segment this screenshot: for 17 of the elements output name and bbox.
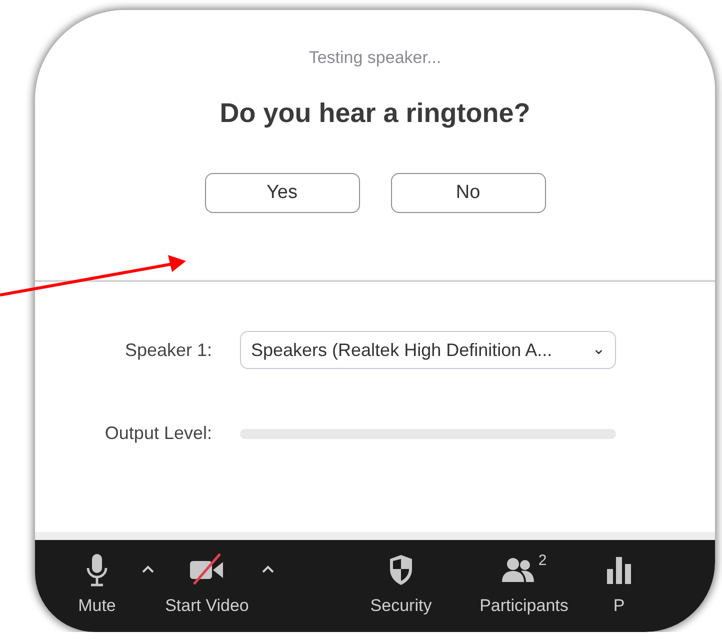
question-heading: Do you hear a ringtone? [220, 98, 530, 129]
shield-icon [388, 554, 414, 586]
people-icon [501, 557, 536, 583]
toolbar-button[interactable]: P [599, 552, 639, 616]
toolbar-button[interactable]: Mute [62, 552, 132, 616]
speaker-label: Speaker 1: [124, 340, 212, 360]
yes-button[interactable]: Yes [204, 173, 360, 213]
speaker-dropdown[interactable]: Speakers (Realtek High Definition A... ⌄ [240, 331, 616, 369]
microphone-icon [86, 553, 108, 587]
toolbar-button[interactable]: Start Video [162, 552, 252, 616]
bar-chart-icon [606, 555, 632, 585]
no-button[interactable]: No [390, 173, 546, 213]
toolbar-button[interactable]: Security [361, 552, 441, 616]
output-level-label: Output Level: [104, 423, 212, 444]
participant-count: 2 [538, 552, 547, 569]
status-text: Testing speaker... [308, 48, 442, 68]
toolbar-button[interactable]: 2 Participants [469, 552, 579, 616]
